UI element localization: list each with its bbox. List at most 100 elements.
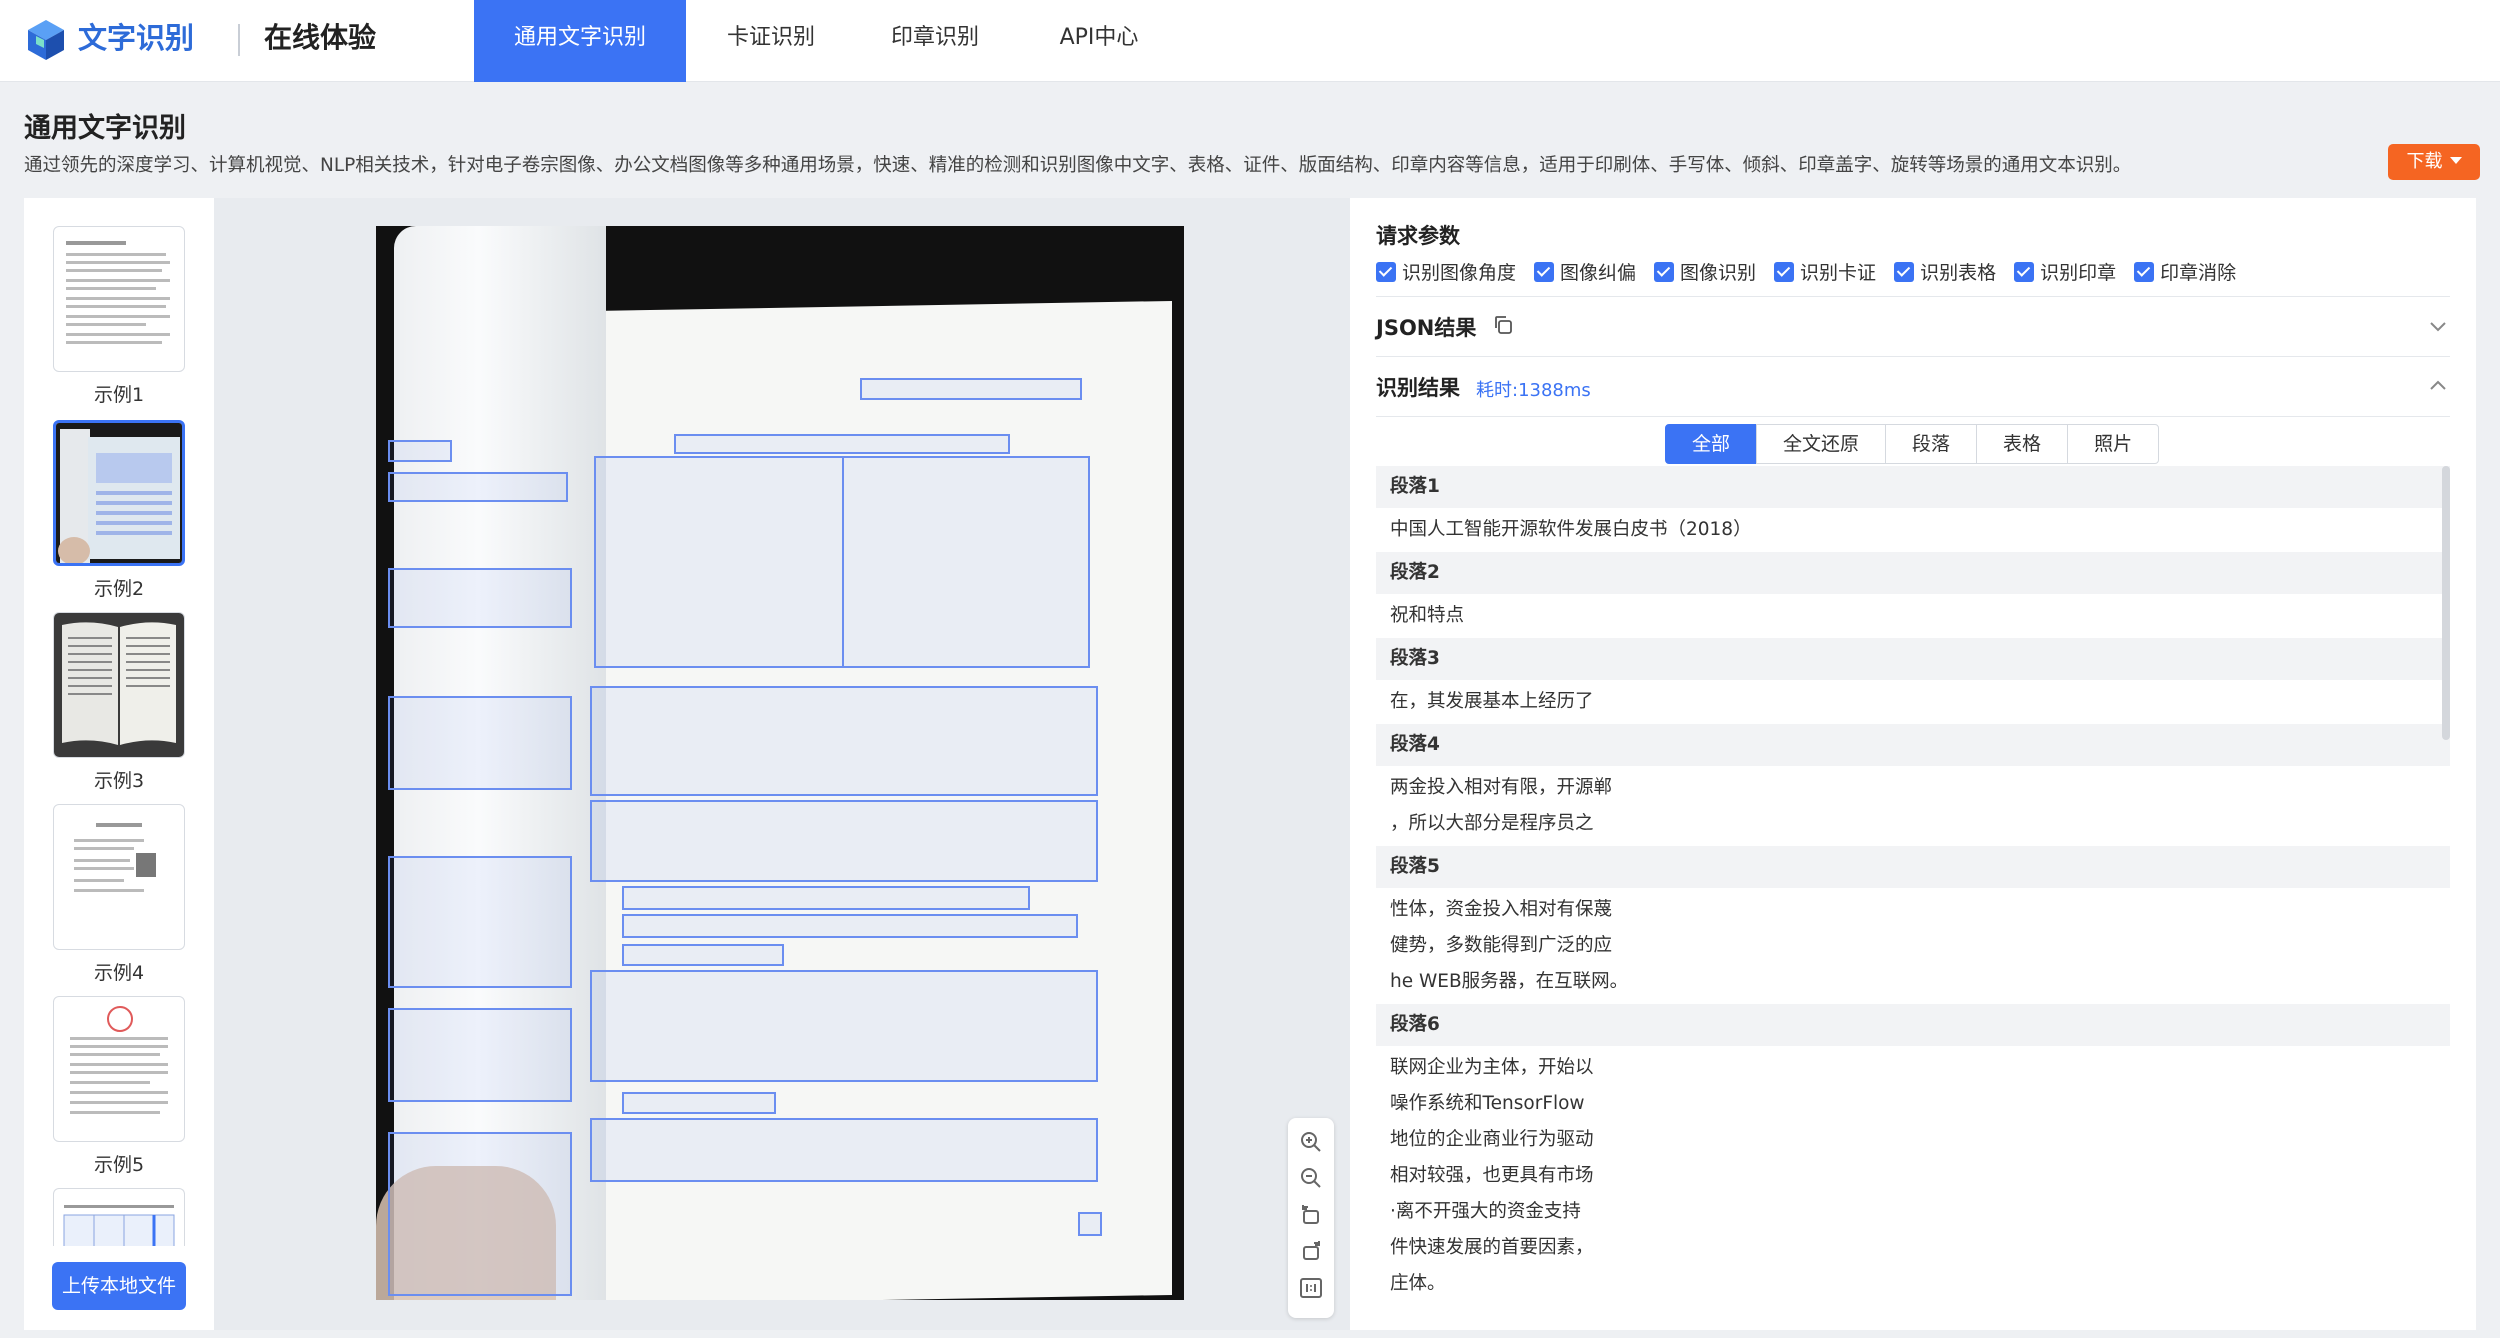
sample-label: 示例5	[93, 1154, 145, 1176]
sample-item-1[interactable]: 示例1	[53, 226, 185, 407]
sealed-document-thumbnail-icon	[70, 1006, 168, 1114]
paragraph-line: 性体，资金投入相对有保蔑	[1390, 899, 1613, 920]
sample-item-6-partial[interactable]	[53, 1188, 185, 1246]
paragraph-line: 相对较强，也更具有市场	[1390, 1165, 1594, 1186]
tab-all[interactable]: 全部	[1665, 424, 1758, 464]
sample-thumbnail[interactable]	[53, 804, 185, 950]
param-deskew[interactable]: 图像纠偏	[1534, 258, 1636, 285]
sample-label: 示例4	[93, 962, 145, 984]
ocr-box-para-1[interactable]	[590, 686, 1098, 796]
ocr-box-left-5[interactable]	[388, 856, 572, 988]
sample-thumbnail[interactable]	[53, 1188, 185, 1246]
brand-divider	[238, 24, 240, 56]
checkbox-checked-icon[interactable]	[1894, 261, 1915, 282]
param-label: 图像识别	[1680, 262, 1757, 284]
tab-photo[interactable]: 照片	[2067, 424, 2160, 464]
actual-size-icon[interactable]	[1299, 1276, 1323, 1300]
zoom-in-icon[interactable]	[1299, 1130, 1323, 1154]
param-image-recognition[interactable]: 图像识别	[1654, 258, 1756, 285]
checkbox-checked-icon[interactable]	[1774, 261, 1795, 282]
ocr-box-table-col1[interactable]	[594, 456, 844, 668]
results-scrollbar[interactable]	[2442, 466, 2450, 740]
sample-label: 示例1	[93, 384, 145, 406]
checkbox-checked-icon[interactable]	[1654, 261, 1675, 282]
sample-item-5[interactable]: 示例5	[53, 996, 185, 1177]
sample-thumbnail[interactable]	[53, 612, 185, 758]
param-detect-seal[interactable]: 识别印章	[2014, 258, 2116, 285]
ocr-box-para-5[interactable]	[590, 1118, 1098, 1182]
sample-thumbnail[interactable]	[53, 420, 185, 566]
ocr-box-left-4[interactable]	[388, 696, 572, 790]
ocr-box-title[interactable]	[860, 378, 1082, 400]
download-button[interactable]: 下载	[2388, 144, 2480, 180]
checkbox-checked-icon[interactable]	[2014, 261, 2035, 282]
ocr-box-para-2[interactable]	[590, 800, 1098, 882]
param-remove-seal[interactable]: 印章消除	[2134, 258, 2236, 285]
ocr-box-para-4[interactable]	[590, 970, 1098, 1082]
document-thumbnail-icon	[66, 241, 170, 344]
ocr-box-heading-52[interactable]	[622, 886, 1030, 910]
tab-table[interactable]: 表格	[1976, 424, 2069, 464]
paragraph-title: 段落3	[1376, 638, 2450, 680]
sample-item-4[interactable]: 示例4	[53, 804, 185, 985]
param-detect-table[interactable]: 识别表格	[1894, 258, 1996, 285]
paragraph-line: ，所以大部分是程序员之	[1390, 813, 1594, 834]
ocr-box-left-6[interactable]	[388, 1008, 572, 1102]
copy-icon[interactable]	[1492, 314, 1514, 336]
nav-tab-general-ocr[interactable]: 通用文字识别	[474, 0, 686, 82]
tab-full-text-restore[interactable]: 全文还原	[1756, 424, 1887, 464]
paragraph-line: 祝和特点	[1390, 605, 1465, 626]
paragraph-body: 联网企业为主体，开始以 噪作系统和TensorFlow 地位的企业商业行为驱动 …	[1376, 1046, 2450, 1306]
checkbox-checked-icon[interactable]	[2134, 261, 2155, 282]
nav-tab-card-ocr[interactable]: 卡证识别	[712, 0, 830, 82]
sample-thumbnail[interactable]	[53, 226, 185, 372]
paragraph-line: 两金投入相对有限，开源郸	[1390, 777, 1613, 798]
ocr-box-page-number[interactable]	[1078, 1212, 1102, 1236]
param-label: 识别印章	[2040, 262, 2117, 284]
ocr-box-subheading-2[interactable]	[622, 1092, 776, 1114]
zoom-out-icon[interactable]	[1299, 1166, 1323, 1190]
tab-paragraph[interactable]: 段落	[1885, 424, 1978, 464]
result-panel: 请求参数 识别图像角度 图像纠偏 图像识别 识别卡证 识别表格 识别印章 印章消…	[1350, 198, 2476, 1330]
ocr-result-title[interactable]: 识别结果	[1376, 372, 1460, 402]
document-image	[376, 226, 1184, 1300]
ocr-box-para-3[interactable]	[622, 914, 1078, 938]
divider	[1376, 296, 2450, 297]
paragraph-line: 健势，多数能得到广泛的应	[1390, 935, 1613, 956]
chevron-down-icon[interactable]	[2428, 316, 2448, 336]
download-label: 下载	[2406, 151, 2443, 172]
paragraph-line: 在，其发展基本上经历了	[1390, 691, 1594, 712]
nav-tab-seal-ocr[interactable]: 印章识别	[876, 0, 994, 82]
result-view-tabs: 全部 全文还原 段落 表格 照片	[1665, 424, 2160, 464]
ocr-box-left-2[interactable]	[388, 472, 568, 502]
nav-tab-api-center[interactable]: API中心	[1040, 0, 1158, 82]
paragraph-body: 祝和特点	[1376, 594, 2450, 638]
checkbox-checked-icon[interactable]	[1534, 261, 1555, 282]
ocr-box-left-1[interactable]	[388, 440, 452, 462]
sample-item-2[interactable]: 示例2	[53, 420, 185, 601]
sample-item-3[interactable]: 示例3	[53, 612, 185, 793]
chevron-up-icon[interactable]	[2428, 376, 2448, 396]
ocr-box-table-caption[interactable]	[674, 434, 1010, 454]
sample-label: 示例2	[93, 578, 145, 600]
brand-name: 文字识别	[78, 21, 195, 55]
checkbox-checked-icon[interactable]	[1376, 261, 1396, 282]
ocr-box-subheading-1[interactable]	[622, 944, 784, 966]
rotate-left-icon[interactable]	[1299, 1202, 1323, 1226]
param-detect-angle[interactable]: 识别图像角度	[1376, 258, 1516, 285]
request-params-title: 请求参数	[1376, 224, 1460, 248]
upload-local-file-button[interactable]: 上传本地文件	[52, 1262, 186, 1310]
book-photo-thumbnail-icon	[56, 423, 182, 563]
brand-subtitle: 在线体验	[264, 21, 377, 54]
request-params-options: 识别图像角度 图像纠偏 图像识别 识别卡证 识别表格 识别印章 印章消除	[1376, 258, 2236, 285]
rotate-right-icon[interactable]	[1299, 1238, 1323, 1262]
paragraph-body: 两金投入相对有限，开源郸 ，所以大部分是程序员之	[1376, 766, 2450, 846]
paragraph-line: 联网企业为主体，开始以	[1390, 1057, 1594, 1078]
param-detect-card[interactable]: 识别卡证	[1774, 258, 1876, 285]
ocr-box-left-3[interactable]	[388, 568, 572, 628]
divider	[1376, 416, 2450, 417]
json-result-title[interactable]: JSON结果	[1376, 312, 1476, 342]
ocr-box-left-7[interactable]	[388, 1132, 572, 1296]
paragraph-line: 中国人工智能开源软件发展白皮书（2018）	[1390, 519, 1752, 540]
sample-thumbnail[interactable]	[53, 996, 185, 1142]
